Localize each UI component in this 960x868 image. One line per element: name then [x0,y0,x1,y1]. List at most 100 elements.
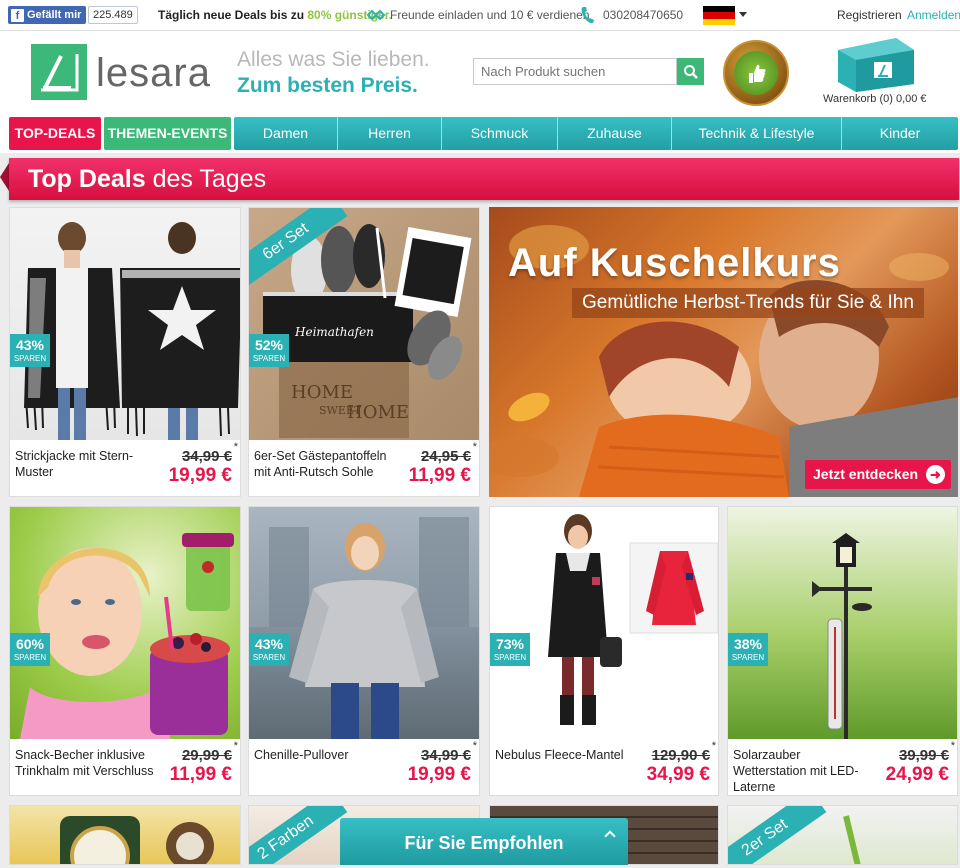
invite-friends-icon[interactable] [366,6,386,24]
product-card[interactable]: 43% SPAREN Chenille-Pullover * 34,99 € 1… [248,506,480,796]
discount-percent: 38% [733,636,763,652]
product-card[interactable]: 2er Set [727,805,958,865]
discount-badge: 73% SPAREN [490,633,530,666]
discover-button[interactable]: Jetzt entdecken ➜ [805,460,951,489]
nav-item-zuhause[interactable]: Zuhause [558,117,672,150]
discover-button-label: Jetzt entdecken [813,466,919,482]
logo-text[interactable]: lesara [96,53,211,93]
product-card[interactable]: 38% SPAREN Solarzauber Wetterstation mit… [727,506,958,796]
site-header: lesara Alles was Sie lieben. Zum besten … [0,31,960,115]
chevron-up-icon[interactable] [604,830,616,842]
price-note-asterisk: * [233,740,238,752]
old-price: 129,90 € [651,747,710,764]
phone-number: 030208470650 [603,8,684,22]
banner-title-rest: des Tages [145,165,267,193]
discount-badge: 43% SPAREN [10,334,50,367]
search-input[interactable] [473,58,677,85]
product-name[interactable]: Strickjacke mit Stern-Muster [15,448,155,480]
product-name[interactable]: 6er-Set Gästepantoffeln mit Anti-Rutsch … [254,448,394,480]
discount-badge: 60% SPAREN [10,633,50,666]
nav-item-kinder[interactable]: Kinder [842,117,958,150]
search-button[interactable] [677,58,704,85]
product-image[interactable] [490,507,718,739]
old-price: 39,99 € [898,747,949,764]
facebook-like-button[interactable]: f Gefällt mir [8,6,87,24]
facebook-icon: f [11,8,24,22]
product-card[interactable]: 73% SPAREN Nebulus Fleece-Mantel * 129,9… [489,506,719,796]
new-price: 24,99 € [885,764,949,785]
new-price: 19,99 € [407,764,471,785]
old-price: 34,99 € [420,747,471,764]
product-name[interactable]: Chenille-Pullover [254,747,394,763]
price-note-asterisk: * [950,740,955,752]
old-price: 34,99 € [181,448,232,465]
hero-banner[interactable]: Auf Kuschelkurs Gemütliche Herbst-Trends… [489,207,958,497]
product-image[interactable]: HOME SWEET HOME Heimathafen 6er Set [249,208,479,440]
arrow-right-icon: ➜ [926,465,945,484]
discount-label: SPAREN [13,354,47,363]
discount-badge: 43% SPAREN [249,633,289,666]
nav-categories: Damen Herren Schmuck Zuhause Technik & L… [234,117,958,150]
new-price: 11,99 € [408,465,471,486]
product-name[interactable]: Solarzauber Wetterstation mit LED-Latern… [733,747,873,795]
ekomi-seal-icon[interactable] [723,40,789,106]
discount-label: SPAREN [13,653,47,662]
cart-label[interactable]: Warenkorb (0) 0,00 € [823,93,927,105]
banner-title-bold: Top Deals [28,165,146,193]
price-note-asterisk: * [472,441,477,453]
price-note-asterisk: * [472,740,477,752]
slogan-line-1: Alles was Sie lieben. [237,48,430,71]
german-flag-icon[interactable] [703,6,735,25]
nav-theme-events[interactable]: THEMEN-EVENTS [104,117,231,150]
product-ribbon: 2 Farben [249,806,348,864]
discount-label: SPAREN [493,653,527,662]
main-nav: TOP-DEALS THEMEN-EVENTS Damen Herren Sch… [0,115,960,153]
product-card[interactable]: 60% SPAREN Snack-Becher inklusive Trinkh… [9,506,241,796]
old-price: 29,99 € [181,747,232,764]
product-name[interactable]: Nebulus Fleece-Mantel [495,747,635,763]
product-image[interactable] [728,806,958,865]
slipper-mat-text-3: HOME [347,402,409,423]
register-link[interactable]: Registrieren [837,8,902,22]
hero-title: Auf Kuschelkurs [508,241,841,285]
product-image[interactable] [728,507,957,739]
invite-friends-link[interactable]: Freunde einladen und 10 € verdienen [390,8,590,22]
product-card[interactable]: HOME SWEET HOME Heimathafen 6er Set 52% … [248,207,480,497]
discount-badge: 52% SPAREN [249,334,289,367]
deal-message: Täglich neue Deals bis zu 80% günstiger. [158,8,392,22]
nav-item-damen[interactable]: Damen [234,117,338,150]
discount-percent: 52% [254,337,284,353]
product-image[interactable] [10,806,241,865]
discount-percent: 43% [254,636,284,652]
product-card[interactable] [9,805,241,865]
discount-label: SPAREN [252,653,286,662]
search-icon [683,64,698,79]
hero-subtitle: Gemütliche Herbst-Trends für Sie & Ihn [572,288,924,318]
facebook-like-label: Gefällt mir [27,9,82,21]
product-image[interactable] [10,208,240,440]
deal-message-text: Täglich neue Deals bis zu [158,8,308,22]
lesara-logo-icon[interactable] [31,44,87,100]
facebook-like-count: 225.489 [88,6,138,24]
product-image[interactable] [249,507,479,739]
nav-item-herren[interactable]: Herren [338,117,442,150]
top-bar: f Gefällt mir 225.489 Täglich neue Deals… [0,0,960,31]
recommended-for-you-bar[interactable]: Für Sie Empfohlen [340,818,628,865]
new-price: 19,99 € [168,465,232,486]
discount-label: SPAREN [731,653,765,662]
product-card[interactable]: 43% SPAREN Strickjacke mit Stern-Muster … [9,207,241,497]
banner-title: Top Deals des Tages [28,165,266,194]
discount-percent: 60% [15,636,45,652]
recommended-label: Für Sie Empfohlen [404,833,564,853]
cart-icon[interactable] [834,36,918,92]
login-link[interactable]: Anmelden [907,8,960,22]
old-price: 24,95 € [420,448,471,465]
nav-item-schmuck[interactable]: Schmuck [442,117,558,150]
discount-percent: 43% [15,337,45,353]
nav-item-technik-lifestyle[interactable]: Technik & Lifestyle [672,117,842,150]
product-name[interactable]: Snack-Becher inklusive Trinkhalm mit Ver… [15,747,155,779]
product-image[interactable] [10,507,240,739]
chevron-down-icon[interactable] [739,12,747,17]
nav-top-deals[interactable]: TOP-DEALS [9,117,101,150]
phone-icon [581,7,594,24]
